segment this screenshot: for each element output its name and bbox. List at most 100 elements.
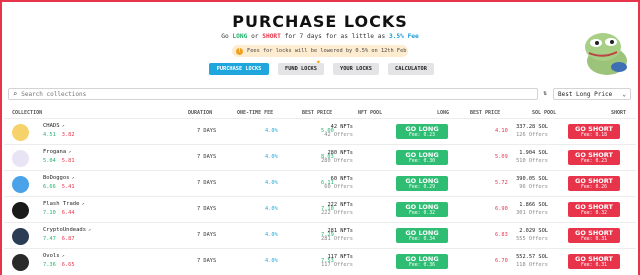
best-short-price: 5.09: [495, 154, 508, 160]
table-row[interactable]: Flash Trade ↗ 7.10 6.44 7 DAYS 4.0% 7.10 2…: [4, 196, 636, 223]
go-long-button[interactable]: GO LONG Fee: 0.29: [396, 176, 448, 191]
tab-calculator[interactable]: CALCULATOR: [388, 63, 434, 75]
table-header: COLLECTION DURATION ONE-TIME FEE BEST PR…: [0, 110, 640, 118]
best-short-price: 5.72: [495, 180, 508, 186]
sol-pool-amount: 2.029 SOL: [519, 228, 548, 234]
go-long-fee: Fee: 0.23: [409, 133, 435, 138]
warning-icon: !: [236, 47, 243, 55]
go-long-label: GO LONG: [405, 125, 439, 133]
go-long-button[interactable]: GO LONG Fee: 0.23: [396, 124, 448, 139]
sort-selected: Best Long Price: [558, 90, 613, 98]
col-best-price-short: BEST PRICE: [470, 110, 501, 116]
subtitle-long: LONG: [232, 33, 248, 40]
external-link-icon[interactable]: ↗: [62, 123, 65, 129]
go-short-fee: Fee: 0.32: [581, 211, 607, 216]
nft-pool-offers: 280 Offers: [321, 158, 353, 164]
go-long-button[interactable]: GO LONG Fee: 0.36: [396, 254, 448, 269]
go-short-fee: Fee: 0.31: [581, 237, 607, 242]
tab-purchase-locks[interactable]: PURCHASE LOCKS: [209, 63, 269, 75]
go-long-button[interactable]: GO LONG Fee: 0.30: [396, 150, 448, 165]
one-time-fee: 4.0%: [265, 206, 278, 212]
go-long-button[interactable]: GO LONG Fee: 0.32: [396, 202, 448, 217]
go-short-fee: Fee: 0.18: [581, 133, 607, 138]
col-best-price-long: BEST PRICE: [302, 110, 333, 116]
collection-values: 7.36 6.65: [43, 262, 75, 268]
table-row[interactable]: CryptoUndeads ↗ 7.47 6.87 7 DAYS 4.0% 7.29…: [4, 222, 636, 249]
sort-select[interactable]: Best Long Price ⌄: [553, 88, 631, 100]
go-short-button[interactable]: GO SHORT Fee: 0.32: [568, 202, 620, 217]
go-long-label: GO LONG: [405, 177, 439, 185]
go-short-fee: Fee: 0.26: [581, 185, 607, 190]
go-short-label: GO SHORT: [575, 255, 613, 263]
sol-pool-offers: 118 Offers: [516, 262, 548, 268]
table-row[interactable]: CHADS ↗ 4.51 3.82 7 DAYS 4.0% 5.00 42 NFTs…: [4, 118, 636, 145]
nft-pool-offers: 60 Offers: [324, 184, 353, 190]
go-long-fee: Fee: 0.29: [409, 185, 435, 190]
subtitle-fee: 3.5% Fee: [388, 33, 419, 40]
go-short-button[interactable]: GO SHORT Fee: 0.31: [568, 228, 620, 243]
search-input[interactable]: [21, 90, 502, 98]
nft-pool-count: 280 NFTs: [327, 150, 353, 156]
go-short-fee: Fee: 0.31: [581, 263, 607, 268]
col-duration: DURATION: [188, 110, 213, 116]
best-short-price: 6.90: [495, 206, 508, 212]
table-row[interactable]: Frogana ↗ 5.04 5.81 7 DAYS 4.0% 8.03 280 N…: [4, 144, 636, 171]
col-short: SHORT: [611, 110, 627, 116]
collection-avatar: [12, 150, 29, 167]
go-short-button[interactable]: GO SHORT Fee: 0.26: [568, 176, 620, 191]
collection-values: 7.47 6.87: [43, 236, 75, 242]
sol-pool-offers: 555 Offers: [516, 236, 548, 242]
tab-fund-locks[interactable]: FUND LOCKS: [278, 63, 324, 75]
external-link-icon[interactable]: ↗: [62, 253, 65, 259]
collection-long-value: 6.66: [43, 184, 56, 190]
collection-name[interactable]: CHADS ↗: [43, 123, 65, 129]
go-long-button[interactable]: GO LONG Fee: 0.34: [396, 228, 448, 243]
collection-short-value: 5.81: [61, 158, 75, 164]
duration: 7 DAYS: [197, 258, 217, 264]
chevron-down-icon: ⌄: [622, 90, 626, 98]
go-long-label: GO LONG: [405, 255, 439, 263]
table-row[interactable]: Ovols ↗ 7.36 6.65 7 DAYS 4.0% 7.53 117 NFT…: [4, 248, 636, 275]
col-fee: ONE-TIME FEE: [237, 110, 274, 116]
collection-name[interactable]: BoDoggos ↗: [43, 175, 75, 181]
go-short-label: GO SHORT: [575, 177, 613, 185]
one-time-fee: 4.0%: [265, 258, 278, 264]
duration: 7 DAYS: [197, 128, 217, 134]
collection-avatar: [12, 254, 29, 271]
go-long-label: GO LONG: [405, 229, 439, 237]
duration: 7 DAYS: [197, 206, 217, 212]
tab-bar: PURCHASE LOCKS FUND LOCKS YOUR LOCKS CAL…: [209, 63, 434, 75]
nft-pool-count: 42 NFTs: [330, 124, 353, 130]
col-collection: COLLECTION: [12, 110, 43, 116]
collection-name[interactable]: Flash Trade ↗: [43, 201, 84, 207]
collection-values: 6.66 5.41: [43, 184, 75, 190]
one-time-fee: 4.0%: [265, 128, 278, 134]
external-link-icon[interactable]: ↗: [68, 149, 71, 155]
collection-name[interactable]: Ovols ↗: [43, 253, 65, 259]
table-row[interactable]: BoDoggos ↗ 6.66 5.41 7 DAYS 4.0% 6.11 60 N…: [4, 170, 636, 197]
go-short-label: GO SHORT: [575, 125, 613, 133]
external-link-icon[interactable]: ↗: [72, 175, 75, 181]
external-link-icon[interactable]: ↗: [88, 227, 91, 233]
go-short-button[interactable]: GO SHORT Fee: 0.18: [568, 124, 620, 139]
go-short-label: GO SHORT: [575, 151, 613, 159]
go-long-fee: Fee: 0.34: [409, 237, 435, 242]
nft-pool-offers: 281 Offers: [321, 236, 353, 242]
external-link-icon[interactable]: ↗: [81, 201, 84, 207]
tab-your-locks[interactable]: YOUR LOCKS: [333, 63, 379, 75]
subtitle-or: or: [251, 33, 259, 40]
nft-pool-count: 60 NFTs: [330, 176, 353, 182]
collection-avatar: [12, 176, 29, 193]
frog-mascot-icon: [585, 33, 627, 75]
collection-values: 4.51 3.82: [43, 132, 75, 138]
go-long-label: GO LONG: [405, 151, 439, 159]
collection-name[interactable]: Frogana ↗: [43, 149, 71, 155]
nft-pool-offers: 42 Offers: [324, 132, 353, 138]
go-short-fee: Fee: 0.23: [581, 159, 607, 164]
collection-name[interactable]: CryptoUndeads ↗: [43, 227, 91, 233]
sort-icon[interactable]: ⇅: [543, 89, 547, 97]
duration: 7 DAYS: [197, 232, 217, 238]
go-short-button[interactable]: GO SHORT Fee: 0.23: [568, 150, 620, 165]
col-nft-pool: NFT POOL: [358, 110, 383, 116]
go-short-button[interactable]: GO SHORT Fee: 0.31: [568, 254, 620, 269]
